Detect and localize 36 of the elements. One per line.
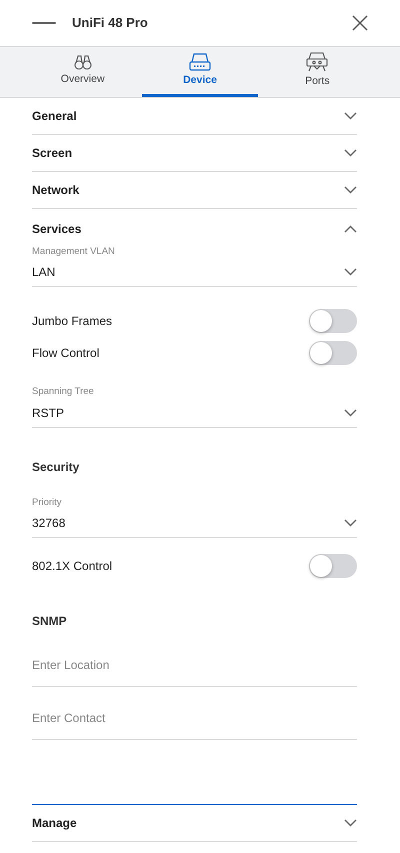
chevron-icon: [344, 408, 357, 416]
toggle-switch[interactable]: [309, 554, 357, 578]
toggle-label: Jumbo Frames: [32, 313, 112, 330]
chevron-icon: [344, 112, 357, 120]
toggle-switch[interactable]: [309, 309, 357, 334]
select-field[interactable]: LAN: [32, 259, 357, 288]
toggle-label: 802.1X Control: [32, 558, 112, 575]
field-label: Priority: [32, 496, 63, 510]
binoculars-icon: [74, 54, 92, 70]
section-heading: SNMP: [32, 612, 68, 630]
accordion-header[interactable]: Manage: [32, 804, 357, 842]
toggle-label: Flow Control: [32, 345, 100, 362]
tab[interactable]: Overview: [25, 47, 140, 97]
toggle-switch[interactable]: [309, 341, 357, 366]
chevron-icon: [344, 818, 357, 827]
close-icon: [352, 14, 368, 31]
accordion-header[interactable]: Services: [32, 209, 357, 245]
accordion-header[interactable]: General: [32, 98, 357, 135]
select-field[interactable]: RSTP: [32, 400, 357, 428]
section-heading: Security: [32, 458, 80, 476]
device-icon: [188, 52, 211, 71]
chevron-icon: [344, 186, 357, 194]
device-thumbnail-icon: [32, 21, 56, 25]
ports-icon: [306, 52, 328, 72]
chevron-icon: [344, 268, 357, 276]
accordion-header[interactable]: Screen: [32, 135, 357, 172]
chevron-icon: [344, 149, 357, 157]
tab[interactable]: Ports: [260, 47, 375, 97]
field-label: Spanning Tree: [32, 385, 95, 400]
window-title: UniFi 48 Pro: [72, 14, 149, 32]
accordion-header[interactable]: Network: [32, 172, 357, 209]
select-field[interactable]: 32768: [32, 510, 357, 538]
field-label: Management VLAN: [32, 245, 116, 259]
tab[interactable]: Device: [142, 47, 258, 97]
chevron-icon: [344, 518, 357, 527]
chevron-icon: [344, 225, 357, 233]
